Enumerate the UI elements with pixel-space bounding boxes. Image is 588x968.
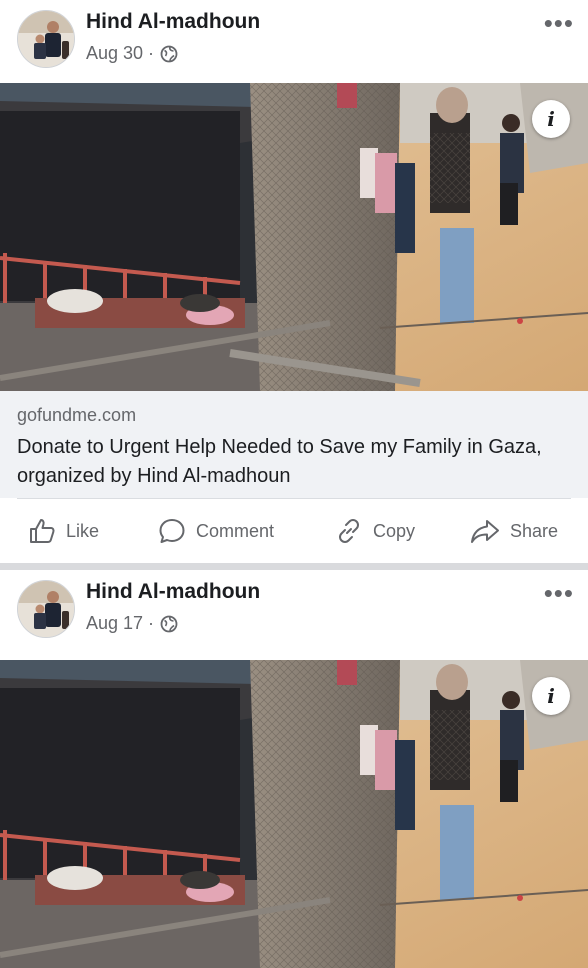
post-photo[interactable]: i bbox=[0, 83, 588, 391]
share-arrow-icon bbox=[471, 520, 499, 543]
post-card: Hind Al-madhoun Aug 30 · ••• i gofundme.… bbox=[0, 0, 588, 563]
action-bar: Like Comment Copy Share bbox=[0, 505, 588, 557]
link-icon bbox=[339, 519, 359, 543]
info-icon[interactable]: i bbox=[532, 677, 570, 715]
post-photo[interactable]: i bbox=[0, 660, 588, 968]
avatar[interactable] bbox=[17, 580, 75, 638]
copy-label: Copy bbox=[373, 520, 416, 541]
action-divider bbox=[17, 498, 571, 499]
globe-icon bbox=[160, 45, 178, 62]
post-meta: Aug 17 · bbox=[86, 613, 178, 634]
link-domain: gofundme.com bbox=[17, 405, 137, 425]
post-date[interactable]: Aug 17 · bbox=[86, 613, 154, 634]
copy-link-button[interactable]: Copy bbox=[335, 505, 415, 557]
link-title[interactable]: Donate to Urgent Help Needed to Save my … bbox=[17, 433, 577, 491]
author-name[interactable]: Hind Al-madhoun bbox=[86, 580, 260, 604]
author-name[interactable]: Hind Al-madhoun bbox=[86, 10, 260, 34]
like-label: Like bbox=[66, 520, 100, 541]
post-date[interactable]: Aug 30 · bbox=[86, 43, 154, 64]
globe-icon bbox=[160, 615, 178, 632]
like-button[interactable]: Like bbox=[28, 505, 99, 557]
comment-button[interactable]: Comment bbox=[158, 505, 274, 557]
more-options-icon[interactable]: ••• bbox=[544, 578, 574, 609]
share-button[interactable]: Share bbox=[470, 505, 558, 557]
post-meta: Aug 30 · bbox=[86, 43, 178, 64]
post-card: Hind Al-madhoun Aug 17 · ••• i bbox=[0, 570, 588, 968]
info-icon[interactable]: i bbox=[532, 100, 570, 138]
comment-bubble-icon bbox=[159, 519, 185, 543]
link-preview[interactable]: gofundme.com Donate to Urgent Help Neede… bbox=[0, 391, 588, 498]
share-label: Share bbox=[510, 520, 559, 541]
avatar[interactable] bbox=[17, 10, 75, 68]
comment-label: Comment bbox=[196, 520, 275, 541]
more-options-icon[interactable]: ••• bbox=[544, 8, 574, 39]
post-separator bbox=[0, 563, 588, 570]
thumbs-up-icon bbox=[30, 519, 55, 543]
